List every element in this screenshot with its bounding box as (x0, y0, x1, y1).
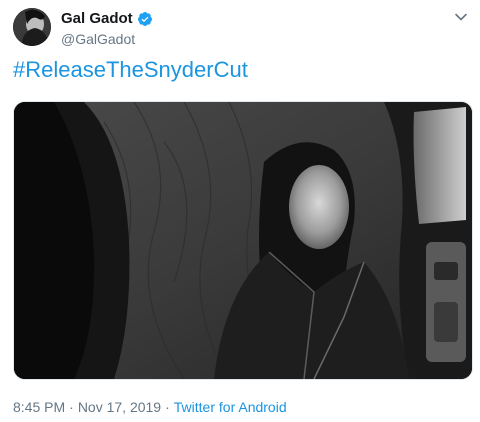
tweet-date[interactable]: Nov 17, 2019 (78, 399, 161, 415)
tweet-source-link[interactable]: Twitter for Android (174, 399, 287, 415)
tweet-header: Gal Gadot @GalGadot (0, 0, 480, 58)
author-display-name[interactable]: Gal Gadot (61, 10, 133, 28)
meta-separator: · (165, 399, 170, 415)
avatar-photo (13, 8, 51, 46)
photo-image (14, 102, 472, 379)
tweet-media-photo[interactable] (13, 101, 473, 380)
meta-separator: · (69, 399, 74, 415)
verified-badge-icon (137, 12, 152, 26)
tweet-hashtag-link[interactable]: #ReleaseTheSnyderCut (13, 57, 248, 83)
tweet-time[interactable]: 8:45 PM (13, 399, 65, 415)
author-handle[interactable]: @GalGadot (61, 30, 153, 48)
avatar[interactable] (13, 8, 51, 46)
chevron-down-icon[interactable] (454, 10, 468, 24)
author-names: Gal Gadot @GalGadot (61, 10, 153, 48)
tweet-card: Gal Gadot @GalGadot #ReleaseTheSnyderCut (0, 0, 480, 422)
author-display-name-row[interactable]: Gal Gadot (61, 10, 153, 28)
tweet-metadata: 8:45 PM · Nov 17, 2019 · Twitter for Android (13, 398, 287, 416)
